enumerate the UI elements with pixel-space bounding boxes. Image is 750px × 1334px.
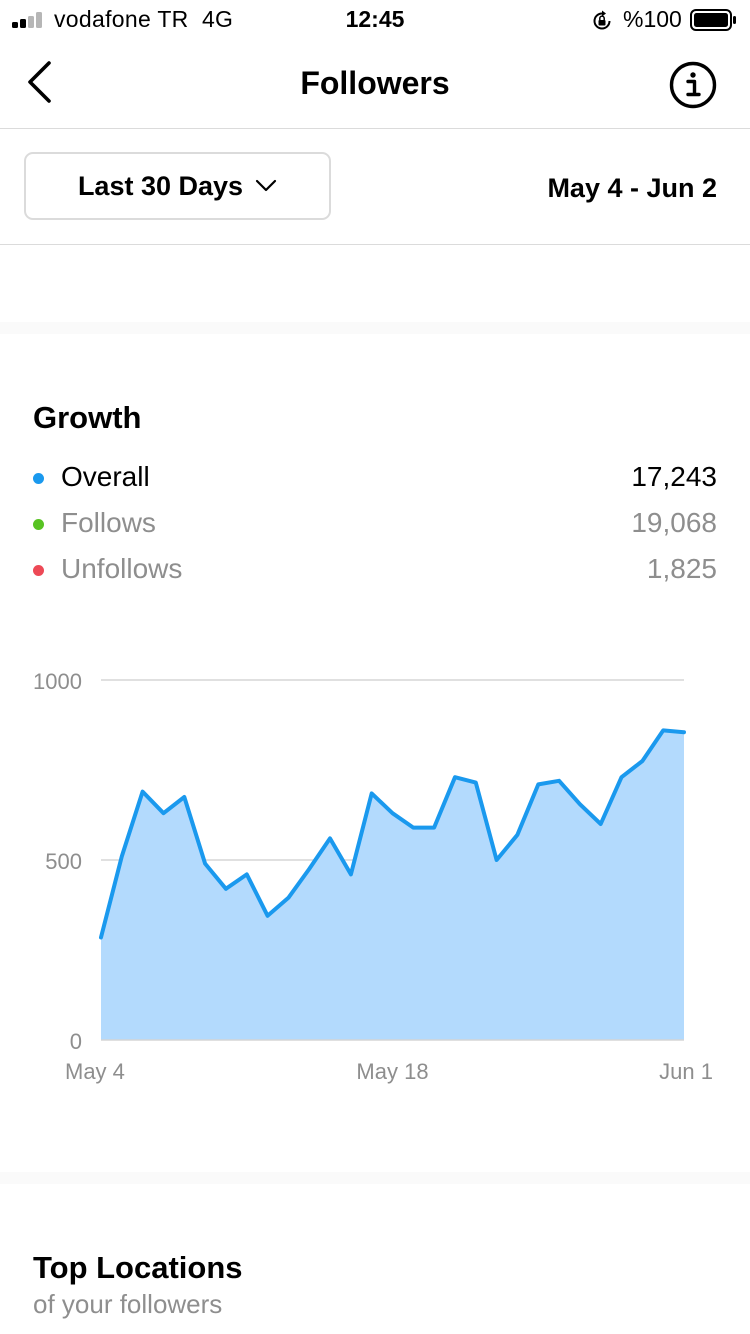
legend-follows: Follows 19,068 [33, 504, 717, 544]
legend-value-overall: 17,243 [631, 461, 717, 492]
growth-title: Growth [33, 400, 142, 435]
legend-value-follows: 19,068 [631, 507, 717, 538]
legend-label-unfollows: Unfollows [61, 553, 183, 584]
x-tick-label: May 4 [65, 1059, 125, 1084]
battery-percentage: %100 [623, 6, 682, 32]
legend-dot-overall [33, 473, 44, 484]
page-title: Followers [300, 65, 450, 101]
info-icon[interactable] [668, 60, 718, 110]
legend-overall: Overall 17,243 [33, 458, 717, 498]
section-divider [0, 322, 750, 334]
date-range-label: Last 30 Days [77, 170, 244, 201]
section-divider [0, 1172, 750, 1184]
legend-unfollows: Unfollows 1,825 [33, 550, 717, 590]
orientation-lock-icon [593, 10, 611, 30]
y-tick-label: 1000 [33, 669, 82, 694]
legend-dot-follows [33, 519, 44, 530]
status-bar: vodafone TR 4G 12:45 %100 [0, 0, 750, 40]
nav-bar: Followers [0, 40, 750, 129]
legend-value-unfollows: 1,825 [646, 553, 717, 584]
date-range-text: May 4 - Jun 2 [547, 173, 717, 203]
top-locations-subtitle: of your followers [33, 1289, 223, 1319]
chevron-down-icon [255, 179, 277, 192]
x-tick-label: Jun 1 [659, 1059, 713, 1084]
y-tick-label: 500 [45, 849, 82, 874]
date-filter-row: Last 30 Days May 4 - Jun 2 [0, 129, 750, 245]
legend-label-overall: Overall [61, 461, 150, 492]
top-locations-title: Top Locations [33, 1250, 243, 1285]
y-tick-label: 0 [70, 1029, 82, 1054]
legend-dot-unfollows [33, 565, 44, 576]
legend-label-follows: Follows [61, 507, 156, 538]
growth-chart: 0 500 1000 May 4 May 18 Jun 1 [33, 669, 713, 1084]
series-area [101, 730, 684, 1040]
battery-icon [690, 9, 736, 31]
x-tick-label: May 18 [356, 1059, 428, 1084]
date-range-dropdown[interactable]: Last 30 Days [24, 152, 331, 220]
